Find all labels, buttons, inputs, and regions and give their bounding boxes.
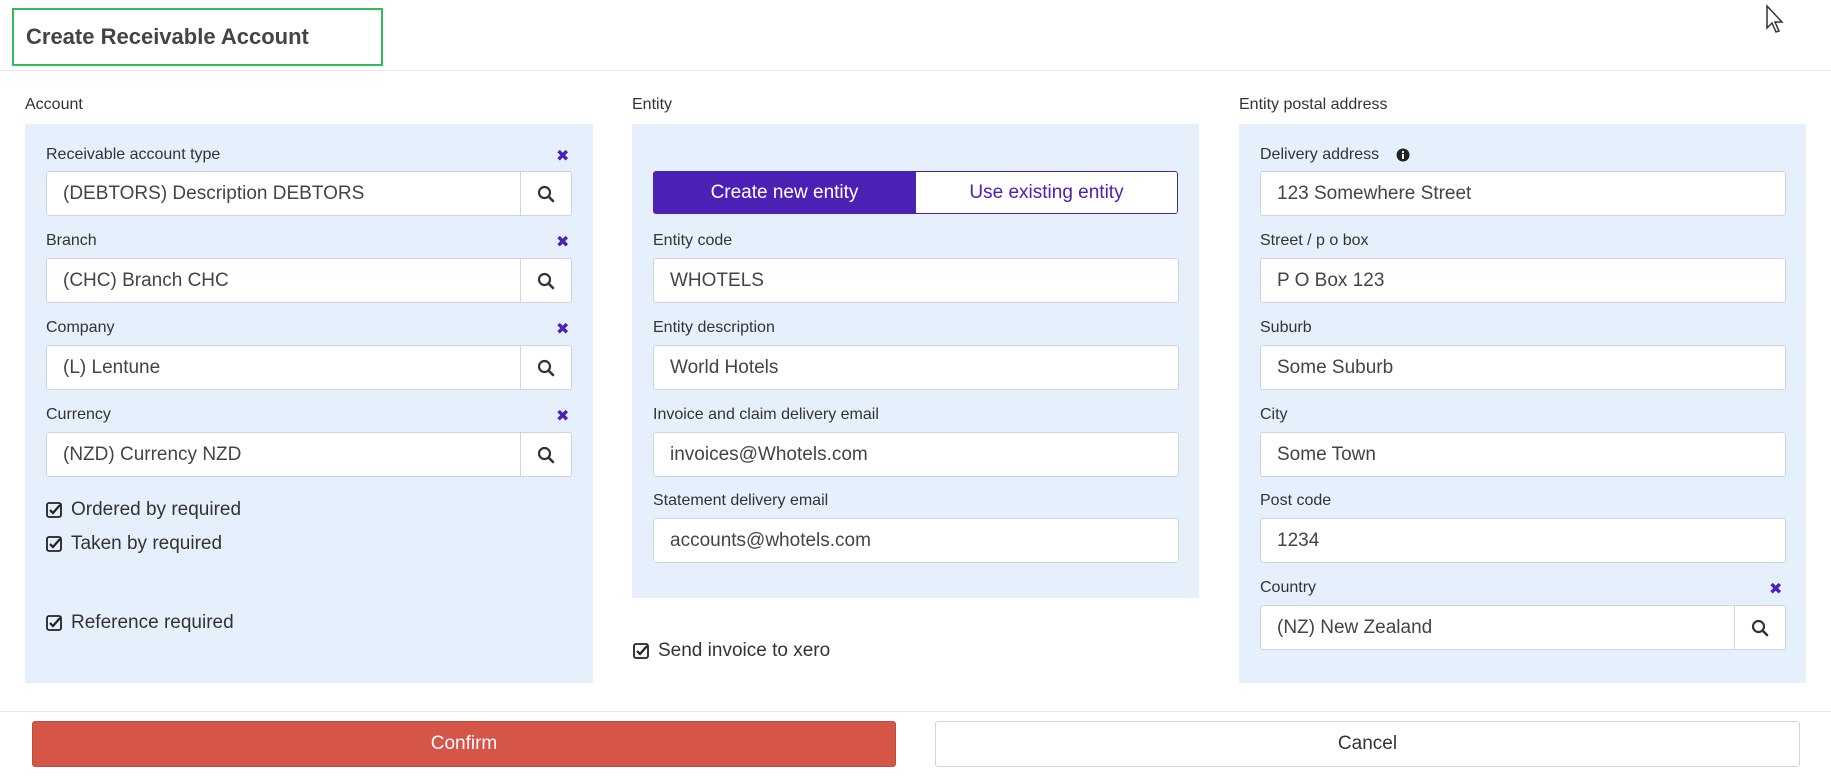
search-icon xyxy=(537,446,555,463)
reference-label: Reference required xyxy=(71,612,234,633)
company-search-button[interactable] xyxy=(520,345,572,390)
street-input[interactable] xyxy=(1260,258,1786,303)
entity-code-label: Entity code xyxy=(653,232,733,249)
search-icon xyxy=(537,359,555,376)
search-icon xyxy=(537,185,555,202)
city-value[interactable] xyxy=(1277,443,1785,466)
entity-description-input[interactable] xyxy=(653,345,1179,390)
country-input[interactable] xyxy=(1260,605,1736,650)
delivery-address-value[interactable] xyxy=(1277,182,1785,205)
taken-by-label: Taken by required xyxy=(71,533,223,554)
country-label: Country xyxy=(1260,579,1317,596)
currency-value[interactable] xyxy=(63,443,521,466)
send-xero-checkbox[interactable]: Send invoice to xero xyxy=(633,640,830,662)
company-clear-icon[interactable]: ✖ xyxy=(556,319,569,339)
postcode-input[interactable] xyxy=(1260,518,1786,563)
mouse-cursor-icon xyxy=(1766,4,1784,33)
dialog-header: Create Receivable Account xyxy=(0,0,1831,71)
currency-label: Currency xyxy=(46,406,111,423)
statement-email-input[interactable] xyxy=(653,518,1179,563)
company-label: Company xyxy=(46,319,115,336)
invoice-email-label: Invoice and claim delivery email xyxy=(653,406,879,423)
postcode-label: Post code xyxy=(1260,492,1332,509)
entity-section-title: Entity xyxy=(632,96,673,113)
use-existing-entity-tab[interactable]: Use existing entity xyxy=(915,172,1177,213)
receivable-type-label: Receivable account type xyxy=(46,146,221,163)
branch-label: Branch xyxy=(46,232,97,249)
street-value[interactable] xyxy=(1277,269,1785,292)
entity-description-value[interactable] xyxy=(670,356,1178,379)
currency-search-button[interactable] xyxy=(520,432,572,477)
address-section-title: Entity postal address xyxy=(1239,96,1388,113)
suburb-label: Suburb xyxy=(1260,319,1312,336)
entity-description-label: Entity description xyxy=(653,319,775,336)
confirm-button[interactable]: Confirm xyxy=(32,721,896,767)
suburb-input[interactable] xyxy=(1260,345,1786,390)
suburb-value[interactable] xyxy=(1277,356,1785,379)
country-clear-icon[interactable]: ✖ xyxy=(1769,579,1782,599)
delivery-address-input[interactable] xyxy=(1260,171,1786,216)
checkbox-checked-icon xyxy=(633,643,649,659)
city-label: City xyxy=(1260,406,1288,423)
dialog-title: Create Receivable Account xyxy=(26,24,309,49)
postcode-value[interactable] xyxy=(1277,529,1785,552)
info-icon[interactable] xyxy=(1396,148,1410,162)
branch-clear-icon[interactable]: ✖ xyxy=(556,232,569,252)
dialog-title-box: Create Receivable Account xyxy=(12,8,383,66)
ordered-by-checkbox[interactable]: Ordered by required xyxy=(46,499,241,521)
statement-email-value[interactable] xyxy=(670,529,1178,552)
country-value[interactable] xyxy=(1277,616,1735,639)
receivable-type-input[interactable] xyxy=(46,171,522,216)
reference-checkbox[interactable]: Reference required xyxy=(46,612,234,634)
branch-input[interactable] xyxy=(46,258,522,303)
street-label: Street / p o box xyxy=(1260,232,1369,249)
currency-clear-icon[interactable]: ✖ xyxy=(556,406,569,426)
company-value[interactable] xyxy=(63,356,521,379)
delivery-address-label: Delivery address xyxy=(1260,146,1380,163)
invoice-email-input[interactable] xyxy=(653,432,1179,477)
currency-input[interactable] xyxy=(46,432,522,477)
checkbox-checked-icon xyxy=(46,536,62,552)
checkbox-checked-icon xyxy=(46,502,62,518)
taken-by-checkbox[interactable]: Taken by required xyxy=(46,533,222,555)
branch-search-button[interactable] xyxy=(520,258,572,303)
ordered-by-label: Ordered by required xyxy=(71,499,242,520)
create-new-entity-tab[interactable]: Create new entity xyxy=(654,172,915,213)
receivable-type-search-button[interactable] xyxy=(520,171,572,216)
company-input[interactable] xyxy=(46,345,522,390)
send-xero-label: Send invoice to xero xyxy=(658,640,831,661)
branch-value[interactable] xyxy=(63,269,521,292)
entity-code-value[interactable] xyxy=(670,269,1178,292)
receivable-type-clear-icon[interactable]: ✖ xyxy=(556,146,569,166)
country-search-button[interactable] xyxy=(1734,605,1786,650)
entity-mode-toggle: Create new entity Use existing entity xyxy=(653,171,1178,214)
entity-code-input[interactable] xyxy=(653,258,1179,303)
city-input[interactable] xyxy=(1260,432,1786,477)
statement-email-label: Statement delivery email xyxy=(653,492,829,509)
search-icon xyxy=(537,272,555,289)
invoice-email-value[interactable] xyxy=(670,443,1178,466)
receivable-type-value[interactable] xyxy=(63,182,521,205)
cancel-button[interactable]: Cancel xyxy=(935,721,1800,767)
search-icon xyxy=(1751,619,1769,636)
account-section-title: Account xyxy=(25,96,83,113)
checkbox-checked-icon xyxy=(46,615,62,631)
